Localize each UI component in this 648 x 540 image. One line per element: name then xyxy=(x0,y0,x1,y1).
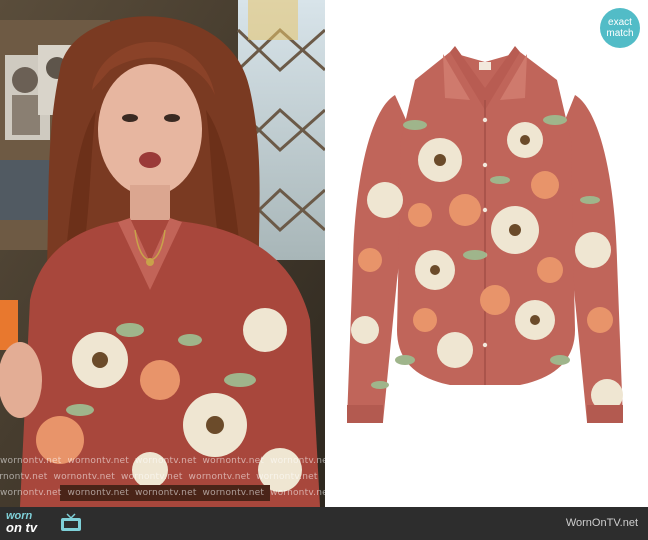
badge-line1: exact xyxy=(608,17,632,28)
scene-illustration xyxy=(0,0,325,507)
tv-scene-photo: wornontv.net wornontv.net wornontv.net worn… xyxy=(0,0,325,507)
product-photo xyxy=(325,0,648,507)
watermark-row: wornontv.networnontv.networnontv.networn… xyxy=(0,488,325,498)
floral-shirt-illustration xyxy=(347,46,623,423)
site-credit: WornOnTV.net xyxy=(565,517,638,529)
badge-line2: match xyxy=(606,28,634,39)
tv-icon xyxy=(61,513,81,531)
watermark-row: wornontv.networnontv.networnontv.networn… xyxy=(0,472,318,482)
logo-line2: on tv xyxy=(6,520,38,535)
exact-match-badge: exact match xyxy=(600,8,640,48)
footer-bar: worn on tv WornOnTV.net xyxy=(0,507,648,540)
watermark-row: wornontv.networnontv.networnontv.networn… xyxy=(0,456,325,466)
site-logo[interactable]: worn on tv xyxy=(6,511,38,535)
